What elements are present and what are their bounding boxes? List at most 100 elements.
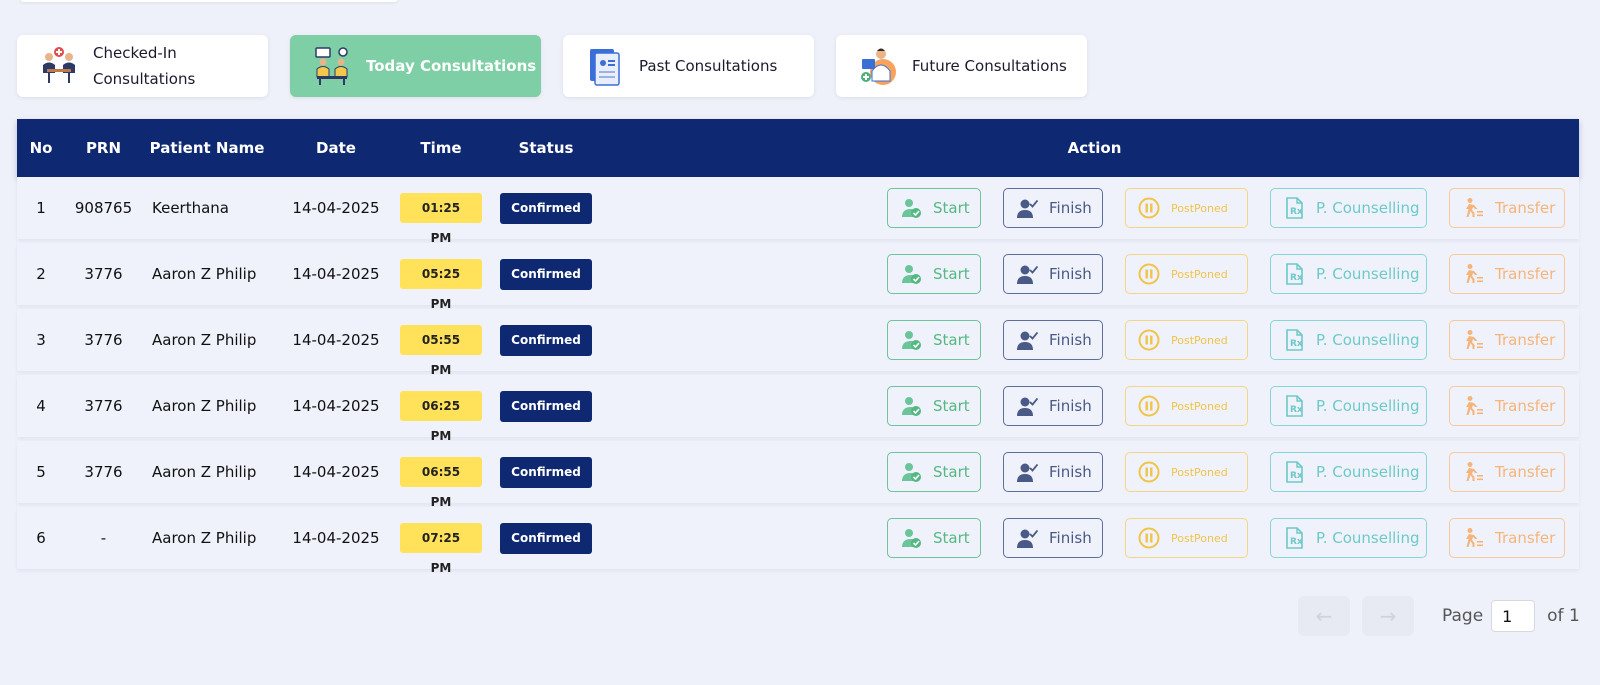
- next-page-button[interactable]: →: [1362, 596, 1414, 636]
- cell-time: 01:25 PM: [400, 193, 482, 245]
- cell-actions: Start Finish PostPoned Rx P. Counselling…: [610, 254, 1579, 294]
- counselling-label: P. Counselling: [1316, 331, 1420, 349]
- cell-no: 4: [36, 397, 46, 415]
- finish-button[interactable]: Finish: [1003, 452, 1103, 492]
- counselling-button[interactable]: Rx P. Counselling: [1270, 320, 1427, 360]
- action-buttons: Start Finish PostPoned Rx P. Counselling…: [887, 386, 1579, 426]
- counselling-button[interactable]: Rx P. Counselling: [1270, 254, 1427, 294]
- action-buttons: Start Finish PostPoned Rx P. Counselling…: [887, 452, 1579, 492]
- start-label: Start: [933, 265, 970, 283]
- prev-page-button[interactable]: ←: [1298, 596, 1350, 636]
- tab-label: Checked-In Consultations: [93, 44, 196, 88]
- start-user-icon: [899, 394, 923, 418]
- pause-icon: [1137, 526, 1161, 550]
- postponed-button[interactable]: PostPoned: [1125, 518, 1248, 558]
- tab-checked-in[interactable]: Checked-In Consultations: [17, 35, 268, 97]
- finish-button[interactable]: Finish: [1003, 188, 1103, 228]
- transfer-button[interactable]: Transfer: [1449, 320, 1565, 360]
- start-user-icon: [899, 526, 923, 550]
- counselling-button[interactable]: Rx P. Counselling: [1270, 452, 1427, 492]
- action-buttons: Start Finish PostPoned Rx P. Counselling…: [887, 188, 1579, 228]
- cell-status: Confirmed: [482, 390, 610, 422]
- cell-prn: 3776: [84, 265, 123, 283]
- cell-date: 14-04-2025: [292, 397, 380, 415]
- status-badge: Confirmed: [500, 192, 592, 224]
- header-status: Status: [518, 139, 574, 157]
- postponed-label: PostPoned: [1171, 201, 1228, 215]
- tab-label: Today Consultations: [366, 57, 537, 75]
- start-label: Start: [933, 331, 970, 349]
- start-user-icon: [899, 328, 923, 352]
- finish-button[interactable]: Finish: [1003, 518, 1103, 558]
- cell-status: Confirmed: [482, 192, 610, 224]
- finish-label: Finish: [1049, 529, 1092, 547]
- transfer-button[interactable]: Transfer: [1449, 452, 1565, 492]
- finish-button[interactable]: Finish: [1003, 386, 1103, 426]
- prescription-icon: Rx: [1282, 328, 1306, 352]
- table-row: 1 908765 Keerthana 14-04-2025 01:25 PM C…: [17, 177, 1579, 245]
- status-badge: Confirmed: [500, 258, 592, 290]
- tab-today[interactable]: Today Consultations: [290, 35, 541, 97]
- transfer-walk-icon: [1461, 526, 1485, 550]
- tab-past[interactable]: Past Consultations: [563, 35, 814, 97]
- transfer-button[interactable]: Transfer: [1449, 386, 1565, 426]
- postponed-button[interactable]: PostPoned: [1125, 254, 1248, 294]
- transfer-button[interactable]: Transfer: [1449, 188, 1565, 228]
- start-user-icon: [899, 460, 923, 484]
- time-chip: 01:25 PM: [400, 193, 482, 245]
- svg-text:Rx: Rx: [1290, 273, 1303, 283]
- finish-user-icon: [1015, 328, 1039, 352]
- tab-label: Past Consultations: [639, 57, 778, 75]
- cell-status: Confirmed: [482, 522, 610, 554]
- svg-text:Rx: Rx: [1290, 537, 1303, 547]
- tab-future[interactable]: Future Consultations: [836, 35, 1087, 97]
- start-button[interactable]: Start: [887, 320, 981, 360]
- cell-date: 14-04-2025: [292, 529, 380, 547]
- transfer-label: Transfer: [1495, 265, 1556, 283]
- cell-patient-name: Aaron Z Philip: [152, 265, 257, 283]
- cell-patient-name: Aaron Z Philip: [152, 529, 257, 547]
- transfer-label: Transfer: [1495, 331, 1556, 349]
- transfer-button[interactable]: Transfer: [1449, 518, 1565, 558]
- table-header: No PRN Patient Name Date Time Status Act…: [17, 119, 1579, 177]
- tab-label: Future Consultations: [912, 57, 1067, 75]
- future-consultation-icon: [856, 44, 900, 88]
- cell-prn: 3776: [84, 463, 123, 481]
- transfer-button[interactable]: Transfer: [1449, 254, 1565, 294]
- page-number-input[interactable]: [1491, 600, 1536, 632]
- postponed-label: PostPoned: [1171, 465, 1228, 479]
- pause-icon: [1137, 460, 1161, 484]
- prescription-icon: Rx: [1282, 394, 1306, 418]
- cell-no: 2: [36, 265, 46, 283]
- svg-text:Rx: Rx: [1290, 471, 1303, 481]
- cell-patient-name: Aaron Z Philip: [152, 463, 257, 481]
- counselling-button[interactable]: Rx P. Counselling: [1270, 518, 1427, 558]
- table-body: 1 908765 Keerthana 14-04-2025 01:25 PM C…: [17, 177, 1579, 575]
- start-button[interactable]: Start: [887, 386, 981, 426]
- cell-patient-name: Aaron Z Philip: [152, 331, 257, 349]
- transfer-walk-icon: [1461, 262, 1485, 286]
- cell-date: 14-04-2025: [292, 265, 380, 283]
- pause-icon: [1137, 262, 1161, 286]
- cell-time: 05:25 PM: [400, 259, 482, 311]
- postponed-label: PostPoned: [1171, 333, 1228, 347]
- postponed-button[interactable]: PostPoned: [1125, 452, 1248, 492]
- pagination: ← → Page of 1: [1298, 596, 1580, 636]
- start-button[interactable]: Start: [887, 254, 981, 294]
- finish-button[interactable]: Finish: [1003, 254, 1103, 294]
- counselling-button[interactable]: Rx P. Counselling: [1270, 386, 1427, 426]
- counselling-button[interactable]: Rx P. Counselling: [1270, 188, 1427, 228]
- start-button[interactable]: Start: [887, 188, 981, 228]
- postponed-button[interactable]: PostPoned: [1125, 320, 1248, 360]
- postponed-button[interactable]: PostPoned: [1125, 386, 1248, 426]
- consultation-table: No PRN Patient Name Date Time Status Act…: [17, 119, 1579, 575]
- table-row: 6 - Aaron Z Philip 14-04-2025 07:25 PM C…: [17, 507, 1579, 575]
- start-button[interactable]: Start: [887, 452, 981, 492]
- postponed-button[interactable]: PostPoned: [1125, 188, 1248, 228]
- pause-icon: [1137, 196, 1161, 220]
- page-label: Page: [1442, 606, 1484, 626]
- cell-prn: -: [100, 529, 107, 547]
- start-button[interactable]: Start: [887, 518, 981, 558]
- finish-button[interactable]: Finish: [1003, 320, 1103, 360]
- cell-prn: 3776: [84, 397, 123, 415]
